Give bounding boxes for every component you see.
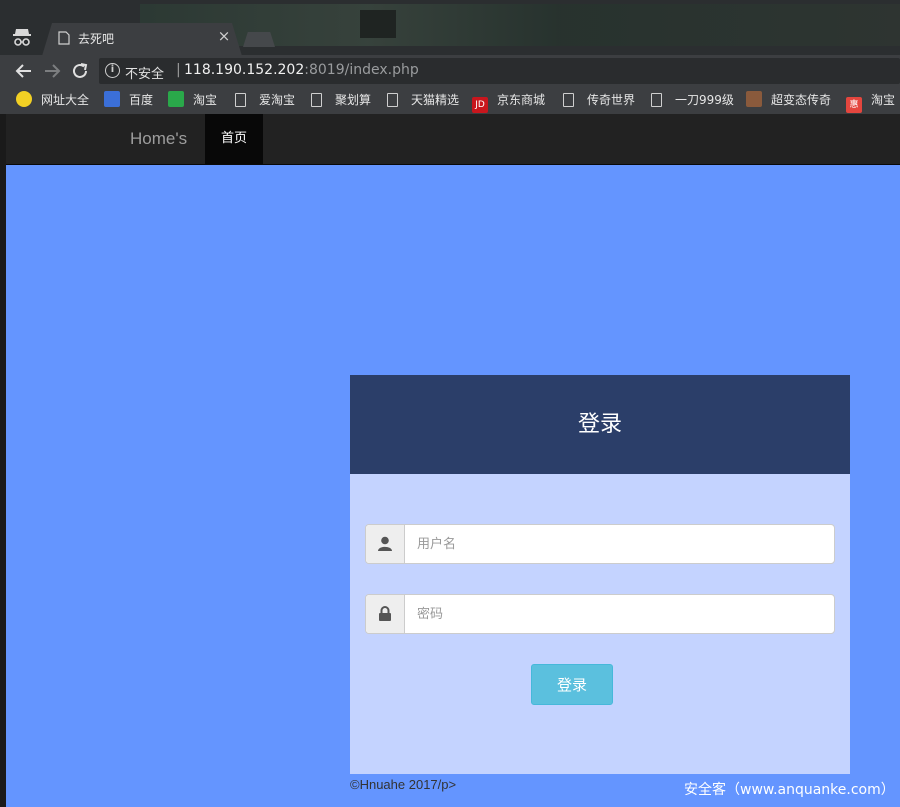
page-icon xyxy=(387,93,398,107)
bookmark-label: 爱淘宝 xyxy=(259,93,296,107)
bookmark-item[interactable]: 超变态传奇 xyxy=(746,91,831,109)
hao123-icon xyxy=(16,91,32,107)
taobao-icon xyxy=(168,91,184,107)
bookmark-item[interactable]: 传奇世界 xyxy=(563,91,635,109)
password-group xyxy=(365,594,835,634)
url-path: :8019/index.php xyxy=(304,62,419,78)
bookmark-item[interactable]: 一刀999级 xyxy=(651,91,734,109)
browser-tab[interactable] xyxy=(42,23,242,56)
bookmark-item[interactable]: 爱淘宝 xyxy=(235,91,295,109)
username-group xyxy=(365,524,835,564)
navbar-brand[interactable]: Home's xyxy=(130,129,187,149)
bookmark-label: 天猫精选 xyxy=(411,93,460,107)
login-panel: 登录 登录 xyxy=(350,375,850,774)
background-window-block xyxy=(360,10,396,38)
page-icon xyxy=(235,93,246,107)
page-icon xyxy=(311,93,322,107)
bookmark-label: 网址大全 xyxy=(41,93,90,107)
page-icon xyxy=(58,31,70,45)
jd-icon: JD xyxy=(472,97,488,113)
url-separator: | xyxy=(176,62,181,78)
page-icon xyxy=(651,93,662,107)
bookmark-label: 超变态传奇 xyxy=(771,93,832,107)
bookmark-item[interactable]: 淘宝 xyxy=(168,91,217,109)
bookmark-label: 京东商城 xyxy=(497,93,546,107)
bookmark-label: 聚划算 xyxy=(335,93,372,107)
forward-arrow-icon[interactable] xyxy=(41,60,63,82)
bookmark-item[interactable]: JD 京东商城 xyxy=(472,91,546,113)
address-bar[interactable]: i 不安全 | 118.190.152.202:8019/index.php xyxy=(99,58,900,84)
watermark-text: 安全客（www.anquanke.com） xyxy=(684,782,895,798)
user-icon xyxy=(366,525,405,563)
bookmark-item[interactable]: 聚划算 xyxy=(311,91,371,109)
url-host: 118.190.152.202 xyxy=(184,62,305,78)
bookmarks-bar: 网址大全 百度 淘宝 爱淘宝 聚划算 天猫精选 JD 京东商城 传奇世界 一刀99… xyxy=(0,86,900,114)
security-label[interactable]: 不安全 xyxy=(125,63,164,82)
baidu-icon xyxy=(104,91,120,107)
close-icon[interactable]: × xyxy=(216,27,232,45)
reload-icon[interactable] xyxy=(69,60,91,82)
bookmark-item[interactable]: 天猫精选 xyxy=(387,91,459,109)
bookmark-label: 淘宝 xyxy=(871,93,896,107)
username-input[interactable] xyxy=(406,525,834,563)
bookmark-item[interactable]: 网址大全 xyxy=(16,91,89,109)
taobao-red-icon: 惠 xyxy=(846,97,862,113)
lock-icon xyxy=(366,595,405,633)
page-icon xyxy=(563,93,574,107)
incognito-icon xyxy=(12,26,32,48)
password-input[interactable] xyxy=(406,595,834,633)
new-tab-button[interactable] xyxy=(243,32,275,47)
info-icon[interactable]: i xyxy=(105,63,120,78)
browser-toolbar: i 不安全 | 118.190.152.202:8019/index.php xyxy=(0,55,900,86)
url-text[interactable]: 118.190.152.202:8019/index.php xyxy=(184,62,419,78)
bookmark-label: 淘宝 xyxy=(193,93,218,107)
tab-title: 去死吧 xyxy=(78,32,115,46)
bookmark-label: 一刀999级 xyxy=(675,93,734,107)
nav-item-home[interactable]: 首页 xyxy=(205,114,263,164)
footer-copyright: ©Hnuahe 2017/p> xyxy=(350,777,457,792)
bookmark-item[interactable]: 百度 xyxy=(104,91,153,109)
login-button[interactable]: 登录 xyxy=(531,664,613,705)
bookmark-item[interactable]: 惠淘宝 xyxy=(846,91,896,113)
avatar-icon xyxy=(746,91,762,107)
login-title: 登录 xyxy=(350,375,850,474)
site-navbar: Home's 首页 xyxy=(6,114,900,165)
bookmark-label: 百度 xyxy=(129,93,154,107)
bookmark-label: 传奇世界 xyxy=(587,93,636,107)
back-arrow-icon[interactable] xyxy=(13,60,35,82)
